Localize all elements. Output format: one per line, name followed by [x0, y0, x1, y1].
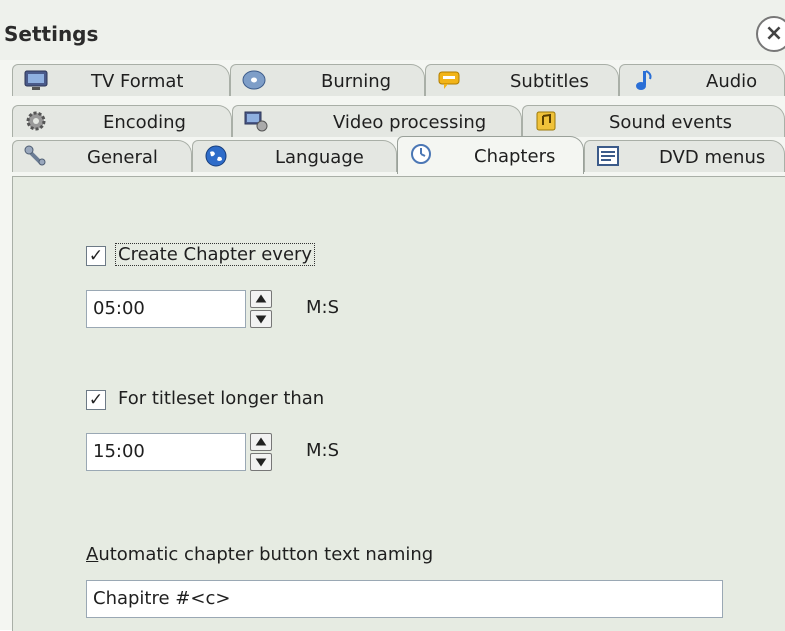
tab-label: Language: [275, 147, 364, 168]
sound-events-icon: [536, 111, 556, 131]
tab-label: Audio: [706, 71, 758, 92]
tab-audio[interactable]: Audio: [619, 64, 785, 96]
disc-icon: [242, 70, 266, 90]
tools-icon: [24, 145, 46, 166]
window-title: Settings: [4, 22, 99, 46]
music-note-icon: [636, 70, 652, 90]
tab-sound-events[interactable]: Sound events: [522, 105, 785, 137]
spin-down-button[interactable]: [250, 453, 272, 471]
spin-up-button[interactable]: [250, 290, 272, 308]
unit-label: M:S: [306, 440, 340, 461]
tab-label: Subtitles: [510, 71, 589, 92]
naming-label-text: utomatic chapter button text naming: [98, 544, 434, 565]
tab-encoding[interactable]: Encoding: [12, 105, 232, 137]
tab-row-2: Encoding Video processing Sound events: [12, 105, 785, 137]
titleset-longer-checkbox[interactable]: ✓: [86, 390, 106, 410]
tab-dvd-menus[interactable]: DVD menus: [584, 140, 785, 172]
speech-bubble-icon: [438, 71, 460, 89]
tab-chapters[interactable]: Chapters: [397, 136, 584, 174]
tab-general[interactable]: General: [12, 140, 192, 172]
tab-burning[interactable]: Burning: [230, 64, 425, 96]
chapter-naming-input[interactable]: Chapitre #<c>: [86, 580, 723, 618]
titleset-length-input[interactable]: 15:00: [86, 433, 246, 471]
tab-row-1: TV Format Burning Subtitles Audio: [12, 64, 785, 96]
titleset-length-spinner: [250, 433, 272, 471]
tab-label: Sound events: [609, 112, 733, 133]
globe-icon: [205, 145, 227, 167]
create-chapter-checkbox[interactable]: ✓: [86, 246, 106, 266]
tab-label: DVD menus: [659, 147, 766, 168]
tab-tv-format[interactable]: TV Format: [12, 64, 230, 96]
clock-icon: [411, 144, 431, 164]
close-button[interactable]: ×: [756, 16, 785, 52]
tab-language[interactable]: Language: [192, 140, 397, 172]
chapter-interval-spinner: [250, 290, 272, 328]
video-processing-icon: [244, 111, 268, 132]
gear-icon: [26, 111, 46, 131]
chapter-interval-input[interactable]: 05:00: [86, 290, 246, 328]
tab-subtitles[interactable]: Subtitles: [425, 64, 619, 96]
monitor-icon: [24, 70, 48, 90]
tab-label: Chapters: [474, 146, 556, 167]
tab-video-processing[interactable]: Video processing: [232, 105, 522, 137]
create-chapter-option[interactable]: ✓ Create Chapter every: [86, 243, 356, 270]
tab-label: Video processing: [333, 112, 487, 133]
menu-list-icon: [597, 146, 619, 166]
titleset-longer-label: For titleset longer than: [118, 388, 325, 409]
spin-up-button[interactable]: [250, 433, 272, 451]
unit-label: M:S: [306, 297, 340, 318]
tab-label: Burning: [321, 71, 392, 92]
settings-window: Settings × TV Format Burning Subtitles A…: [0, 0, 785, 631]
accelerator-key: A: [86, 544, 99, 565]
spin-down-button[interactable]: [250, 310, 272, 328]
tab-label: General: [87, 147, 158, 168]
titleset-longer-option[interactable]: ✓ For titleset longer than: [86, 388, 356, 414]
create-chapter-label: Create Chapter every: [114, 243, 316, 266]
naming-label: Automatic chapter button text naming: [86, 544, 433, 565]
tab-row-3: General Language Chapters DVD menus: [12, 136, 785, 174]
title-bar: Settings ×: [0, 0, 785, 60]
tab-label: TV Format: [91, 71, 184, 92]
tab-label: Encoding: [103, 112, 186, 133]
